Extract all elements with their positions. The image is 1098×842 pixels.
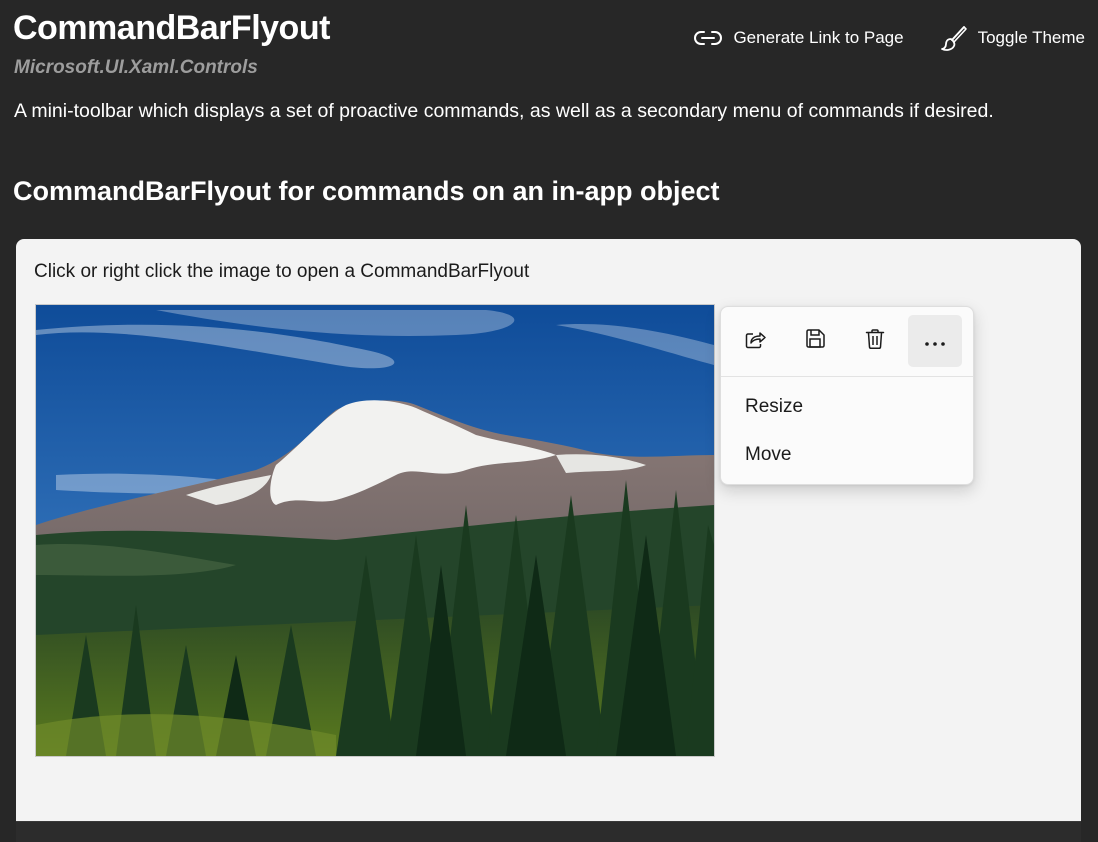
move-label: Move xyxy=(745,444,792,465)
flyout-divider xyxy=(721,376,973,377)
more-icon xyxy=(924,332,946,351)
generate-link-label: Generate Link to Page xyxy=(733,28,904,47)
save-icon xyxy=(804,328,826,354)
delete-icon xyxy=(864,328,886,354)
more-button[interactable] xyxy=(908,315,962,367)
resize-menu-item[interactable]: Resize xyxy=(725,385,969,429)
move-menu-item[interactable]: Move xyxy=(725,433,969,477)
page-title: CommandBarFlyout xyxy=(13,9,330,47)
resize-label: Resize xyxy=(745,396,804,417)
link-icon xyxy=(693,28,723,48)
example-card: Click or right click the image to open a… xyxy=(16,239,1081,821)
page-description: A mini-toolbar which displays a set of p… xyxy=(14,100,994,122)
primary-commands xyxy=(728,315,962,367)
delete-button[interactable] xyxy=(848,315,902,367)
example-instructions: Click or right click the image to open a… xyxy=(34,261,530,282)
share-button[interactable] xyxy=(728,315,782,367)
paintbrush-icon xyxy=(940,24,968,52)
generate-link-button[interactable]: Generate Link to Page xyxy=(693,28,904,48)
card-footer xyxy=(16,821,1081,842)
mountain-image[interactable] xyxy=(35,304,715,757)
save-button[interactable] xyxy=(788,315,842,367)
section-heading: CommandBarFlyout for commands on an in-a… xyxy=(13,176,720,206)
page: CommandBarFlyout Microsoft.UI.Xaml.Contr… xyxy=(0,0,1098,842)
toggle-theme-button[interactable]: Toggle Theme xyxy=(940,24,1085,52)
namespace-label: Microsoft.UI.Xaml.Controls xyxy=(14,57,258,78)
mountain-landscape-picture xyxy=(36,305,714,756)
command-bar-flyout: Resize Move xyxy=(720,306,974,485)
toggle-theme-label: Toggle Theme xyxy=(977,28,1085,47)
share-icon xyxy=(744,328,766,354)
header-actions: Generate Link to Page Toggle Theme xyxy=(693,24,1085,52)
